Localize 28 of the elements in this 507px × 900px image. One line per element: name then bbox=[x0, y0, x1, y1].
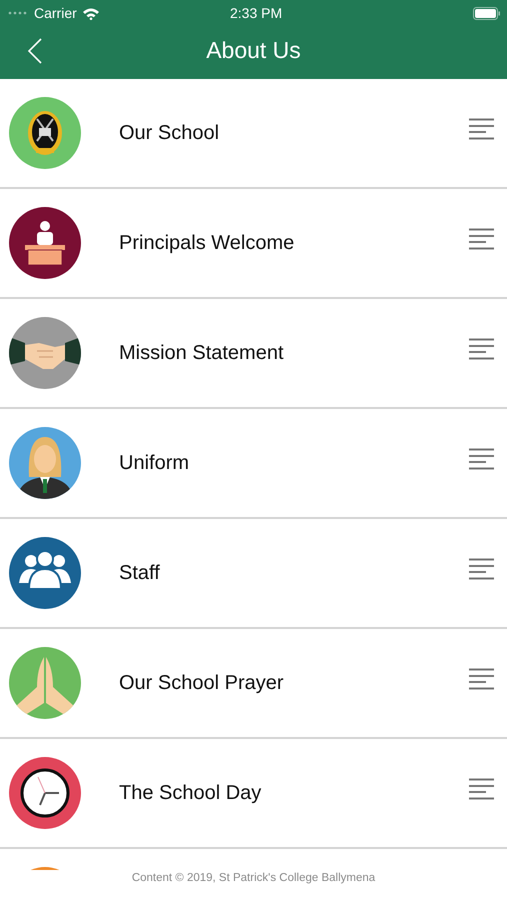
page-title: About Us bbox=[206, 36, 301, 66]
footer-text: Content © 2019, St Patrick's College Ballymena bbox=[132, 871, 376, 886]
status-time: 2:33 PM bbox=[230, 4, 282, 22]
list-item[interactable]: Our School Prayer bbox=[0, 629, 507, 739]
menu-icon bbox=[468, 778, 495, 800]
menu-icon bbox=[468, 118, 495, 140]
menu-icon bbox=[468, 338, 495, 360]
list-item[interactable]: Our School bbox=[0, 79, 507, 189]
list-item[interactable]: Mission Statement bbox=[0, 299, 507, 409]
wifi-icon bbox=[82, 6, 100, 20]
praying-hands-icon bbox=[9, 647, 81, 719]
list-item[interactable]: Staff bbox=[0, 519, 507, 629]
people-icon bbox=[9, 537, 81, 609]
list-item[interactable]: The School Day bbox=[0, 739, 507, 849]
woman-icon bbox=[9, 427, 81, 499]
menu-icon bbox=[468, 668, 495, 690]
list-item[interactable]: Principals Welcome bbox=[0, 189, 507, 299]
list-item[interactable]: Uniform bbox=[0, 409, 507, 519]
handshake-icon bbox=[9, 317, 81, 389]
menu-icon bbox=[468, 448, 495, 470]
menu-icon bbox=[468, 228, 495, 250]
menu-icon bbox=[468, 558, 495, 580]
battery-icon bbox=[473, 6, 501, 20]
carrier-name: Carrier bbox=[34, 4, 77, 22]
podium-icon bbox=[9, 207, 81, 279]
shield-icon bbox=[9, 97, 81, 169]
clock-icon bbox=[9, 757, 81, 829]
back-icon bbox=[27, 37, 43, 65]
